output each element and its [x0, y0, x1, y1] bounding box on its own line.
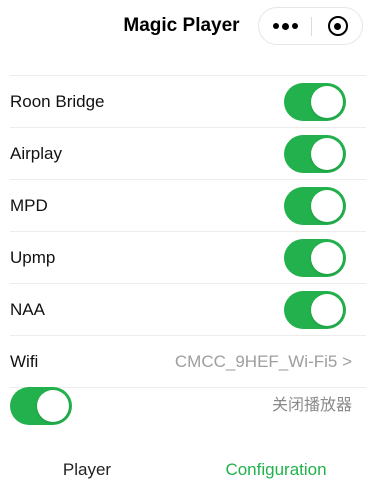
- player-control-row: 关闭播放器: [10, 387, 366, 425]
- toggle-knob: [311, 294, 343, 326]
- setting-label: Roon Bridge: [10, 92, 105, 111]
- close-target-icon[interactable]: [312, 8, 363, 44]
- toggle-knob: [311, 138, 343, 170]
- toggle-knob: [37, 390, 69, 422]
- mpd-toggle[interactable]: [284, 187, 346, 225]
- wifi-label: Wifi: [10, 352, 39, 371]
- setting-label: MPD: [10, 196, 48, 215]
- setting-row-airplay: Airplay: [10, 128, 366, 180]
- setting-row-mpd: MPD: [10, 180, 366, 232]
- player-toggle[interactable]: [10, 387, 72, 425]
- tab-bar: Player Configuration: [0, 455, 366, 485]
- more-dots-icon[interactable]: [259, 8, 311, 44]
- setting-row-naa: NAA: [10, 284, 366, 336]
- setting-label: Upmp: [10, 248, 56, 267]
- roon-bridge-toggle[interactable]: [284, 83, 346, 121]
- airplay-toggle[interactable]: [284, 135, 346, 173]
- setting-label: NAA: [10, 300, 45, 319]
- tab-configuration[interactable]: Configuration: [206, 455, 346, 485]
- setting-row-upmp: Upmp: [10, 232, 366, 284]
- stop-player-button[interactable]: 关闭播放器: [272, 387, 352, 425]
- wifi-network-value[interactable]: CMCC_9HEF_Wi-Fi5 >: [175, 336, 352, 388]
- toggle-knob: [311, 86, 343, 118]
- setting-label: Airplay: [10, 144, 62, 163]
- upmp-toggle[interactable]: [284, 239, 346, 277]
- toggle-knob: [311, 190, 343, 222]
- nav-bar: Magic Player: [0, 0, 366, 52]
- tab-player[interactable]: Player: [27, 455, 147, 485]
- mini-program-capsule: [258, 7, 363, 45]
- naa-toggle[interactable]: [284, 291, 346, 329]
- wifi-row[interactable]: Wifi CMCC_9HEF_Wi-Fi5 >: [10, 336, 366, 388]
- toggle-knob: [311, 242, 343, 274]
- settings-list: Roon Bridge Airplay MPD Upmp NAA Wifi CM…: [10, 75, 366, 388]
- setting-row-roon-bridge: Roon Bridge: [10, 76, 366, 128]
